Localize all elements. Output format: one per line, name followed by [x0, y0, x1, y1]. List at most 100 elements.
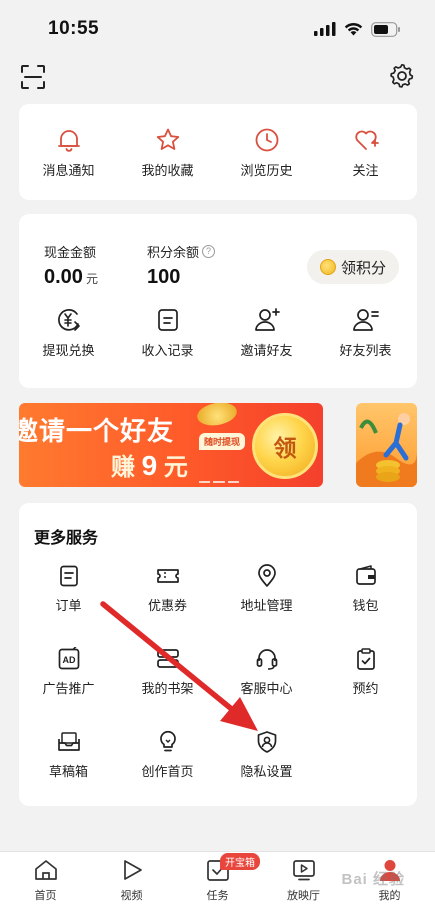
user-list-icon — [352, 309, 379, 331]
cash-label: 现金金额 — [44, 245, 97, 260]
service-label: 草稿箱 — [48, 764, 88, 779]
invite-friend-banner[interactable]: 邀请一个好友 随时提现 赚 9 元 领 — [19, 403, 323, 487]
points-value[interactable]: 100 — [147, 266, 180, 289]
wallet-action-friend-list[interactable]: 好友列表 — [316, 307, 415, 359]
service-label: 订单 — [55, 598, 82, 613]
wallet-action-label: 好友列表 — [339, 343, 392, 358]
points-label: 积分余额 — [147, 245, 200, 260]
service-creation-home[interactable]: 创作首页 — [118, 730, 217, 780]
section-title: 更多服务 — [34, 530, 99, 547]
tab-task[interactable]: 任务 开宝箱 — [174, 853, 261, 903]
service-label: 隐私设置 — [240, 764, 293, 779]
quick-action-label: 消息通知 — [42, 163, 95, 178]
status-bar: 10:55 — [0, 0, 435, 58]
order-icon — [59, 565, 78, 587]
draft-box-icon — [57, 732, 80, 751]
svg-text:AD: AD — [62, 655, 75, 665]
banner-title: 邀请一个好友 — [19, 416, 175, 446]
gear-icon[interactable] — [389, 63, 415, 89]
cash-value[interactable]: 0.00 元 — [44, 266, 98, 289]
star-icon — [156, 128, 179, 150]
banner-coin-decoration — [195, 403, 239, 429]
banner-earn-text: 赚 9 元 — [111, 447, 188, 482]
wallet-action-label: 收入记录 — [141, 343, 194, 358]
coin-icon — [319, 259, 336, 275]
banner-pager — [199, 481, 239, 484]
service-drafts[interactable]: 草稿箱 — [19, 730, 118, 780]
claim-points-label: 领积分 — [340, 259, 386, 277]
headset-icon — [256, 649, 277, 670]
service-bookshelf[interactable]: 我的书架 — [118, 647, 217, 697]
screen-play-icon — [292, 860, 315, 881]
home-icon — [34, 860, 57, 880]
appointment-icon — [356, 648, 375, 670]
service-wallet[interactable]: 钱包 — [316, 564, 415, 614]
quick-action-label: 我的收藏 — [141, 163, 194, 178]
wallet-action-label: 提现兑换 — [42, 343, 95, 358]
wallet-icon — [355, 565, 376, 585]
scan-icon[interactable] — [20, 64, 46, 90]
service-label: 广告推广 — [42, 681, 95, 696]
quick-action-label: 浏览历史 — [240, 163, 293, 178]
battery-icon — [371, 21, 400, 37]
service-appointment[interactable]: 预约 — [316, 647, 415, 697]
clock-icon — [255, 128, 278, 152]
help-icon[interactable]: ? — [202, 245, 216, 258]
lightbulb-icon — [159, 730, 176, 752]
service-ad-promotion[interactable]: AD 广告推广 — [19, 647, 118, 697]
location-icon — [257, 564, 276, 587]
runner-illustration — [356, 413, 417, 487]
quick-action-follow[interactable]: 关注 — [316, 127, 415, 179]
tab-home[interactable]: 首页 — [2, 858, 89, 903]
service-address[interactable]: 地址管理 — [217, 564, 316, 614]
banner-earn-prefix: 赚 — [111, 454, 135, 481]
tab-label: 视频 — [120, 890, 143, 902]
secondary-banner[interactable] — [356, 403, 417, 487]
service-label: 钱包 — [352, 598, 379, 613]
banner-coin-text: 领 — [273, 435, 297, 461]
points-label-row: 积分余额 ? — [147, 242, 216, 261]
wallet-action-withdraw[interactable]: 提现兑换 — [19, 307, 118, 359]
banner-earn-unit: 元 — [163, 454, 188, 481]
status-time: 10:55 — [48, 18, 100, 39]
wallet-action-label: 邀请好友 — [240, 343, 293, 358]
service-label: 预约 — [352, 681, 379, 696]
ad-icon: AD — [58, 647, 79, 670]
service-privacy-settings[interactable]: 隐私设置 — [217, 730, 316, 780]
service-label: 客服中心 — [240, 681, 293, 696]
service-customer-center[interactable]: 客服中心 — [217, 647, 316, 697]
yen-exchange-icon — [57, 309, 80, 331]
tab-bar: 首页 视频 任务 开宝箱 放映厅 我的 Bai 经验 — [0, 851, 435, 915]
quick-action-history[interactable]: 浏览历史 — [217, 127, 316, 179]
tab-label: 我的 — [378, 890, 401, 902]
tab-label: 首页 — [34, 890, 57, 902]
tab-label: 任务 — [206, 890, 229, 902]
quick-action-favorites[interactable]: 我的收藏 — [118, 127, 217, 179]
cellular-signal-icon — [314, 22, 336, 36]
service-label: 我的书架 — [141, 681, 194, 696]
add-user-icon — [254, 308, 280, 331]
tab-mine[interactable]: 我的 — [346, 858, 433, 903]
privacy-shield-icon — [257, 731, 276, 753]
service-label: 优惠券 — [147, 598, 187, 613]
tab-video[interactable]: 视频 — [88, 858, 175, 903]
banner-earn-amount: 9 — [141, 450, 158, 481]
play-icon — [123, 860, 142, 880]
banner-coin: 领 — [252, 413, 318, 479]
tab-cinema[interactable]: 放映厅 — [260, 858, 347, 903]
cash-unit: 元 — [85, 272, 98, 286]
wallet-action-income-records[interactable]: 收入记录 — [118, 307, 217, 359]
record-icon — [157, 309, 178, 331]
service-label: 地址管理 — [240, 598, 293, 613]
top-bar — [0, 58, 435, 102]
treasure-box-badge[interactable]: 开宝箱 — [220, 853, 260, 870]
wallet-card: 现金金额 积分余额 ? 0.00元 100 领积分 提现兑换 收入记录 邀请好 — [19, 214, 417, 388]
service-order[interactable]: 订单 — [19, 564, 118, 614]
quick-action-label: 关注 — [352, 163, 379, 178]
service-coupon[interactable]: 优惠券 — [118, 564, 217, 614]
quick-action-notifications[interactable]: 消息通知 — [19, 127, 118, 179]
wallet-action-invite-friends[interactable]: 邀请好友 — [217, 307, 316, 359]
banner-tag: 随时提现 — [199, 433, 246, 450]
claim-points-button[interactable]: 领积分 — [307, 250, 399, 284]
profile-icon — [379, 860, 400, 881]
